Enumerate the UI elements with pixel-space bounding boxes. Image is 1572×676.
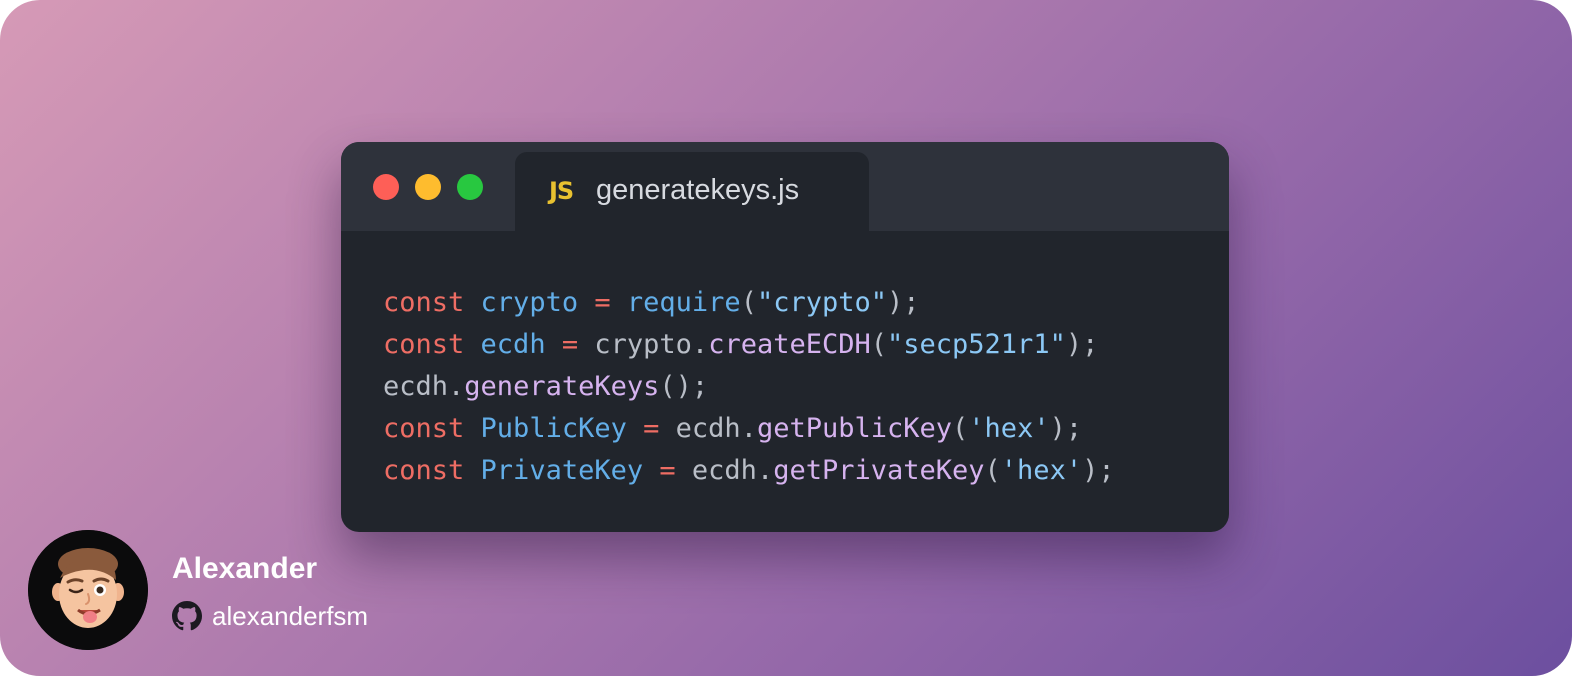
code-token-kw: const xyxy=(383,413,465,444)
code-token-op: = xyxy=(659,455,676,486)
github-icon xyxy=(172,601,202,631)
code-token-plain: ecdh xyxy=(675,413,741,444)
code-token-fn: createECDH xyxy=(708,329,871,360)
code-token-str: "crypto" xyxy=(756,287,887,318)
js-icon: JS xyxy=(549,177,574,205)
code-token-punc: ); xyxy=(887,287,920,318)
code-window: JS generatekeys.js const crypto = requir… xyxy=(341,142,1229,532)
code-token-str: "secp521r1" xyxy=(887,329,1066,360)
code-line: const PrivateKey = ecdh.getPrivateKey('h… xyxy=(383,450,1115,492)
code-token-op: = xyxy=(594,287,611,318)
code-token-punc: . xyxy=(448,371,465,402)
code-token-kw: const xyxy=(383,329,465,360)
code-token-str: 'hex' xyxy=(1000,455,1083,486)
code-token-punc: ( xyxy=(740,287,757,318)
code-token-punc: ); xyxy=(1065,329,1099,360)
code-editor[interactable]: const crypto = require("crypto"); const e… xyxy=(383,282,1115,492)
code-token-punc: . xyxy=(756,455,774,486)
code-token-plain: ecdh xyxy=(383,371,449,402)
code-token-plain: crypto xyxy=(594,329,692,360)
code-token-kw: const xyxy=(383,287,465,318)
code-token-fn: generateKeys xyxy=(464,371,660,402)
code-token-fn: getPublicKey xyxy=(756,413,953,444)
code-token-kw: const xyxy=(383,455,465,486)
code-token-punc: ( xyxy=(984,455,1001,486)
code-token-var: PublicKey xyxy=(480,413,627,444)
code-token-punc: . xyxy=(691,329,709,360)
tab-generatekeys[interactable]: JS generatekeys.js xyxy=(515,152,869,231)
code-token-punc: ); xyxy=(1049,413,1083,444)
code-token-punc: ( xyxy=(952,413,969,444)
minimize-button[interactable] xyxy=(415,174,441,200)
memoji-avatar-icon xyxy=(28,530,148,650)
code-line: const PublicKey = ecdh.getPublicKey('hex… xyxy=(383,408,1115,450)
code-token-op: = xyxy=(561,329,579,360)
zoom-button[interactable] xyxy=(457,174,483,200)
code-line: ecdh.generateKeys(); xyxy=(383,366,1115,408)
code-token-var: require xyxy=(626,287,741,318)
code-token-str: 'hex' xyxy=(968,413,1050,444)
code-token-plain: ecdh xyxy=(691,455,757,486)
close-button[interactable] xyxy=(373,174,399,200)
author-handle[interactable]: alexanderfsm xyxy=(212,601,368,632)
code-token-punc: ); xyxy=(1082,455,1115,486)
code-token-punc: (); xyxy=(659,371,709,402)
code-token-punc: ( xyxy=(870,329,888,360)
code-line: const crypto = require("crypto"); xyxy=(383,282,1115,324)
code-token-punc: . xyxy=(740,413,757,444)
code-token-op: = xyxy=(643,413,660,444)
author-name: Alexander xyxy=(172,552,318,585)
code-token-var: PrivateKey xyxy=(480,455,644,486)
tab-filename: generatekeys.js xyxy=(596,174,800,206)
code-token-fn: getPrivateKey xyxy=(773,455,985,486)
avatar xyxy=(28,530,148,650)
code-line: const ecdh = crypto.createECDH("secp521r… xyxy=(383,324,1115,366)
window-titlebar: JS generatekeys.js xyxy=(341,142,1229,231)
background-canvas: JS generatekeys.js const crypto = requir… xyxy=(0,0,1572,676)
code-token-var: ecdh xyxy=(480,329,546,360)
code-token-var: crypto xyxy=(480,287,579,318)
